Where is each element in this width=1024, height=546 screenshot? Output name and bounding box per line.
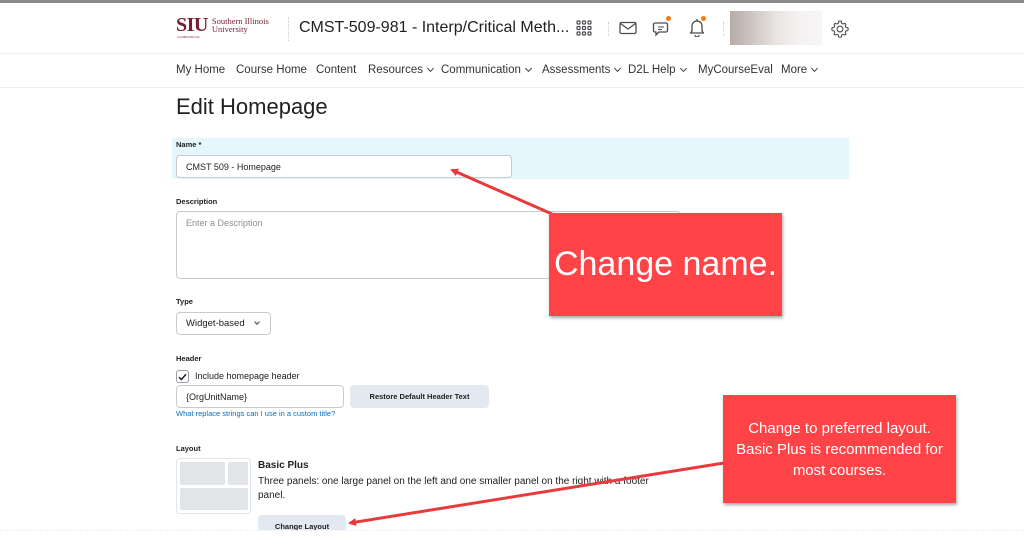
type-selected-value: Widget-based <box>186 318 245 329</box>
layout-panel-right <box>228 462 248 485</box>
nav-item-mycourseeval[interactable]: MyCourseEval <box>698 64 773 76</box>
layout-label: Layout <box>176 444 201 453</box>
torn-edge <box>0 530 1024 546</box>
restore-default-header-button[interactable]: Restore Default Header Text <box>350 385 489 408</box>
layout-thumbnail <box>176 458 251 514</box>
chat-icon[interactable] <box>650 15 674 39</box>
nav-label: MyCourseEval <box>698 64 773 76</box>
name-label: Name * <box>176 140 202 149</box>
nav-label: D2L Help <box>628 64 676 76</box>
chevron-down-icon <box>524 64 532 73</box>
name-input-value: CMST 509 - Homepage <box>186 161 281 172</box>
page-title: Edit Homepage <box>176 94 328 119</box>
header-divider <box>608 22 609 36</box>
gear-icon[interactable] <box>828 17 852 41</box>
name-input[interactable]: CMST 509 - Homepage <box>176 155 512 178</box>
header-text-input[interactable]: {OrgUnitName} <box>176 385 344 408</box>
mail-icon[interactable] <box>616 16 640 40</box>
layout-panel-left <box>180 462 225 485</box>
chevron-down-icon <box>614 64 622 73</box>
nav-item-more[interactable]: More <box>781 64 819 76</box>
chat-notification-dot <box>666 16 671 21</box>
layout-name: Basic Plus <box>258 460 309 471</box>
nav-item-my-home[interactable]: My Home <box>176 64 225 76</box>
course-navbar: My Home Course Home Content Resources Co… <box>0 55 1024 88</box>
bell-icon[interactable] <box>685 15 709 39</box>
course-title[interactable]: CMST-509-981 - Interp/Critical Meth... <box>299 19 569 37</box>
replace-strings-help-link[interactable]: What replace strings can I use in a cust… <box>176 409 335 418</box>
nav-label: My Home <box>176 64 226 76</box>
chevron-down-icon <box>426 64 435 73</box>
chevron-down-icon <box>679 64 687 73</box>
nav-label: Content <box>316 64 357 76</box>
university-logo[interactable]: SIU CARBONDALE Southern Illinois Univers… <box>176 14 269 39</box>
layout-panel-footer <box>180 488 248 510</box>
logo-name-line2: University <box>211 24 248 34</box>
description-placeholder: Enter a Description <box>186 218 263 228</box>
nav-item-resources[interactable]: Resources <box>368 64 435 76</box>
header-text-value: {OrgUnitName} <box>186 391 248 402</box>
description-label: Description <box>176 197 218 206</box>
type-label: Type <box>176 297 193 306</box>
chevron-down-icon <box>253 319 260 325</box>
callout-change-layout: Change to preferred layout. Basic Plus i… <box>723 395 956 503</box>
include-header-checkbox[interactable] <box>176 370 189 383</box>
header-divider <box>723 22 724 36</box>
nav-label: More <box>781 64 808 76</box>
bell-notification-dot <box>701 16 706 21</box>
include-header-label[interactable]: Include homepage header <box>195 371 300 381</box>
nav-item-assessments[interactable]: Assessments <box>542 64 622 76</box>
nav-label: Resources <box>368 64 423 76</box>
apps-grid-icon[interactable] <box>572 16 596 40</box>
checkmark-icon <box>178 373 187 381</box>
type-select[interactable]: Widget-based <box>176 312 271 335</box>
layout-description: Three panels: one large panel on the lef… <box>258 476 649 501</box>
header-label: Header <box>176 354 202 363</box>
top-header: SIU CARBONDALE Southern Illinois Univers… <box>0 3 1024 54</box>
nav-label: Communication <box>441 64 521 76</box>
logo-campus: CARBONDALE <box>177 35 200 39</box>
logo-abbr: SIU <box>176 14 208 36</box>
nav-item-course-home[interactable]: Course Home <box>236 64 307 76</box>
nav-label: Course Home <box>236 64 307 76</box>
callout-change-name: Change name. <box>549 213 782 316</box>
nav-item-communication[interactable]: Communication <box>441 64 532 76</box>
chevron-down-icon <box>811 64 819 73</box>
nav-item-d2l-help[interactable]: D2L Help <box>628 64 687 76</box>
user-profile-avatar[interactable] <box>730 11 822 45</box>
nav-label: Assessments <box>542 64 611 76</box>
nav-item-content[interactable]: Content <box>316 64 356 76</box>
logo-name: Southern Illinois University <box>211 17 269 34</box>
header-divider <box>288 17 289 41</box>
